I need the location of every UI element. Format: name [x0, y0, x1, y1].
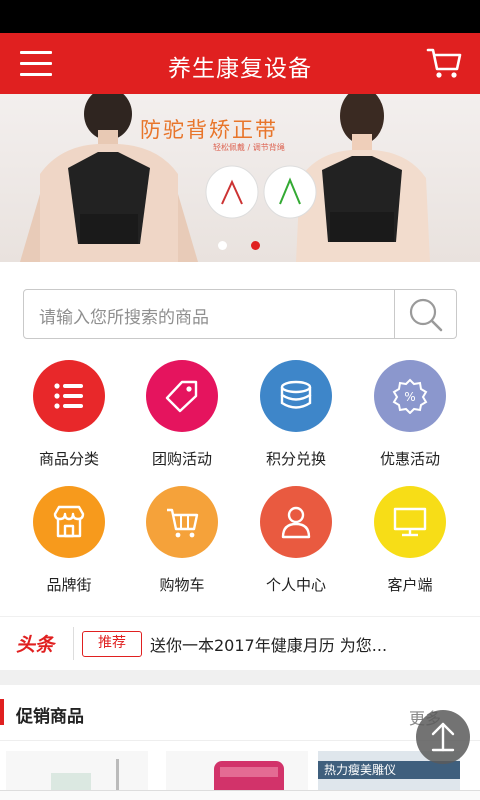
page-title: 养生康复设备 [168, 56, 312, 82]
cart-icon[interactable] [426, 45, 462, 81]
tag-icon [146, 360, 218, 432]
promo-section: 促销商品 更多 热力瘦美雕仪 [0, 685, 480, 800]
section-accent [0, 699, 4, 725]
category-item[interactable]: 团购活动 [122, 340, 242, 468]
banner-pager [218, 235, 284, 254]
divider [0, 740, 480, 741]
banner-headline: 防驼背矫正带 [140, 118, 278, 142]
user-icon [260, 486, 332, 558]
news-text[interactable]: 送你一本2017年健康月历 为您... [150, 632, 387, 656]
section-title: 促销商品 [16, 707, 84, 727]
category-item[interactable]: 积分兑换 [236, 340, 356, 468]
category-label: 购物车 [159, 576, 205, 594]
cart-icon [146, 486, 218, 558]
category-label: 客户端 [387, 576, 433, 594]
category-grid: 商品分类 团购活动 积分兑换 % 优惠活动 品牌街 购物车 个人中心 客户端 [0, 340, 480, 616]
bottom-tab-bar[interactable] [0, 790, 480, 800]
title-bar: 养生康复设备 [0, 33, 480, 94]
monitor-icon [374, 486, 446, 558]
category-item[interactable]: 商品分类 [9, 340, 129, 468]
category-label: 品牌街 [46, 576, 92, 594]
category-item[interactable]: 个人中心 [236, 466, 356, 594]
arrow-up-icon [431, 722, 455, 752]
category-item[interactable]: 客户端 [350, 466, 470, 594]
search-section: 请输入您所搜索的商品 [0, 262, 480, 340]
search-button[interactable] [394, 290, 456, 338]
banner-subtext: 轻松佩戴 / 调节背绳 [213, 143, 285, 152]
category-item[interactable]: 品牌街 [9, 466, 129, 594]
category-item[interactable]: % 优惠活动 [350, 340, 470, 468]
search-icon [409, 298, 443, 332]
news-tag: 头条 [16, 634, 55, 656]
category-label: 个人中心 [265, 576, 326, 594]
category-item[interactable]: 购物车 [122, 466, 242, 594]
divider [73, 627, 74, 660]
pager-dot[interactable] [218, 241, 227, 250]
recommend-badge: 推荐 [82, 631, 142, 657]
pager-dot-active[interactable] [251, 241, 260, 250]
search-placeholder: 请输入您所搜索的商品 [39, 308, 209, 328]
shop-icon [33, 486, 105, 558]
coins-icon [260, 360, 332, 432]
svg-text:%: % [404, 390, 415, 404]
discount-icon: % [374, 360, 446, 432]
search-input[interactable]: 请输入您所搜索的商品 [23, 289, 457, 339]
back-to-top-button[interactable] [416, 710, 470, 764]
list-icon [33, 360, 105, 432]
promo-banner[interactable]: 防驼背矫正带 轻松佩戴 / 调节背绳 [0, 94, 480, 262]
status-bar [0, 0, 480, 33]
headline-news[interactable]: 头条 推荐 送你一本2017年健康月历 为您... [0, 617, 480, 670]
